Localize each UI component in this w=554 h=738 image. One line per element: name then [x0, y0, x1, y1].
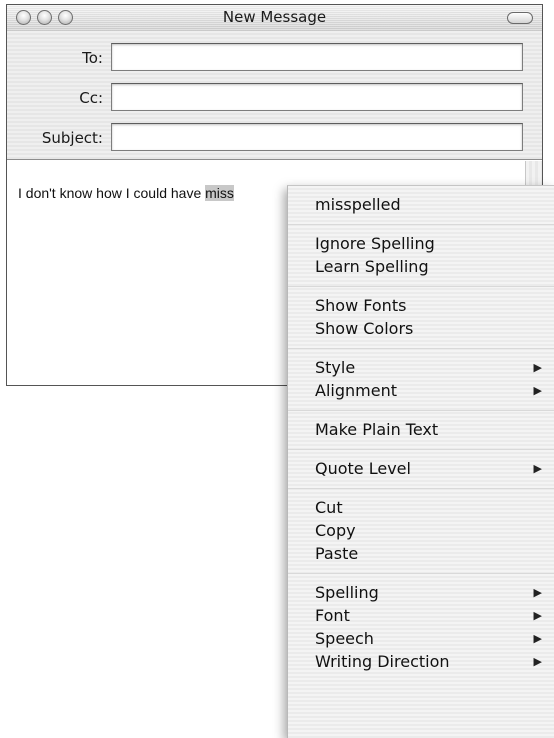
menu-item-spelling[interactable]: Spelling ▶: [288, 581, 554, 604]
menu-group: Make Plain Text: [288, 411, 554, 450]
menu-item-show-fonts[interactable]: Show Fonts: [288, 294, 554, 317]
submenu-arrow-icon: ▶: [533, 462, 542, 475]
menu-item-label: Show Colors: [315, 319, 414, 338]
menu-item-cut[interactable]: Cut: [288, 496, 554, 519]
submenu-arrow-icon: ▶: [533, 384, 542, 397]
message-body-text[interactable]: I don't know how I could have miss: [18, 185, 234, 201]
menu-item-alignment[interactable]: Alignment ▶: [288, 379, 554, 402]
menu-item-label: misspelled: [315, 195, 401, 214]
menu-item-label: Learn Spelling: [315, 257, 429, 276]
to-field[interactable]: [111, 43, 523, 71]
subject-label: Subject:: [41, 129, 103, 147]
cc-label: Cc:: [79, 89, 103, 107]
menu-item-label: Spelling: [315, 583, 379, 602]
submenu-arrow-icon: ▶: [533, 361, 542, 374]
menu-item-label: Show Fonts: [315, 296, 407, 315]
menu-item-font[interactable]: Font ▶: [288, 604, 554, 627]
menu-item-copy[interactable]: Copy: [288, 519, 554, 542]
menu-group: Cut Copy Paste: [288, 489, 554, 574]
menu-item-label: Style: [315, 358, 356, 377]
message-header: To: Cc: Subject:: [7, 31, 542, 160]
title-bar[interactable]: New Message: [7, 5, 542, 32]
menu-item-label: Writing Direction: [315, 652, 450, 671]
to-label: To:: [82, 49, 103, 67]
window-title: New Message: [222, 8, 327, 26]
selected-word[interactable]: miss: [205, 185, 234, 201]
menu-item-show-colors[interactable]: Show Colors: [288, 317, 554, 340]
menu-item-label: Font: [315, 606, 350, 625]
menu-item-paste[interactable]: Paste: [288, 542, 554, 565]
menu-item-style[interactable]: Style ▶: [288, 356, 554, 379]
submenu-arrow-icon: ▶: [533, 632, 542, 645]
submenu-arrow-icon: ▶: [533, 586, 542, 599]
menu-item-ignore-spelling[interactable]: Ignore Spelling: [288, 232, 554, 255]
context-menu: misspelled Ignore Spelling Learn Spelling S…: [287, 185, 554, 738]
cc-row: Cc:: [7, 83, 542, 113]
menu-group: Show Fonts Show Colors: [288, 287, 554, 349]
subject-row: Subject:: [7, 123, 542, 153]
menu-item-label: Make Plain Text: [315, 420, 439, 439]
menu-item-label: Speech: [315, 629, 374, 648]
menu-item-label: Cut: [315, 498, 343, 517]
subject-field[interactable]: [111, 123, 523, 151]
cc-field[interactable]: [111, 83, 523, 111]
menu-item-label: Ignore Spelling: [315, 234, 435, 253]
menu-item-label: Alignment: [315, 381, 397, 400]
toolbar-toggle-icon[interactable]: [507, 12, 533, 24]
menu-item-label: Copy: [315, 521, 356, 540]
menu-group: misspelled: [288, 186, 554, 225]
submenu-arrow-icon: ▶: [533, 609, 542, 622]
menu-item-speech[interactable]: Speech ▶: [288, 627, 554, 650]
menu-group: Ignore Spelling Learn Spelling: [288, 225, 554, 287]
submenu-arrow-icon: ▶: [533, 655, 542, 668]
menu-item-make-plain-text[interactable]: Make Plain Text: [288, 418, 554, 441]
menu-item-label: Paste: [315, 544, 359, 563]
menu-group: Quote Level ▶: [288, 450, 554, 489]
menu-item-misspelled[interactable]: misspelled: [288, 193, 554, 216]
menu-group: Spelling ▶ Font ▶ Speech ▶ Writing Direction ▶: [288, 574, 554, 681]
menu-item-quote-level[interactable]: Quote Level ▶: [288, 457, 554, 480]
menu-item-learn-spelling[interactable]: Learn Spelling: [288, 255, 554, 278]
body-text-before: I don't know how I could have: [18, 185, 206, 201]
menu-item-label: Quote Level: [315, 459, 411, 478]
menu-item-writing-direction[interactable]: Writing Direction ▶: [288, 650, 554, 673]
menu-group: Style ▶ Alignment ▶: [288, 349, 554, 411]
to-row: To:: [7, 43, 542, 73]
